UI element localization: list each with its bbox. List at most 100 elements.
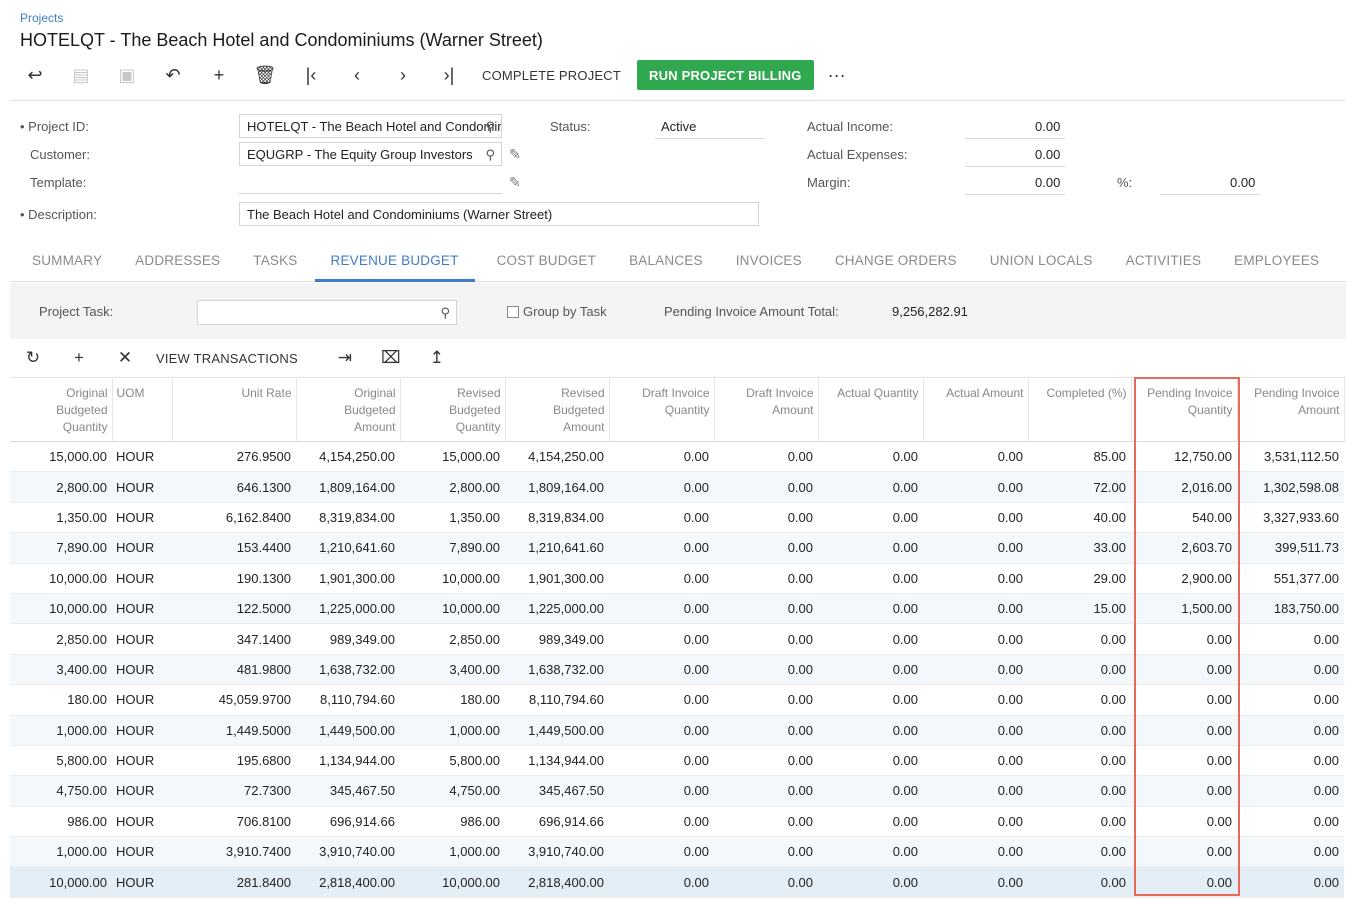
table-cell[interactable]: 5,800.00 bbox=[10, 745, 112, 777]
table-cell[interactable]: 0.00 bbox=[818, 654, 923, 686]
table-cell[interactable]: 986.00 bbox=[400, 806, 505, 838]
table-cell[interactable]: 0.00 bbox=[923, 471, 1028, 503]
tab-union-locals[interactable]: UNION LOCALS bbox=[990, 244, 1093, 282]
project-id-field[interactable]: HOTELQT - The Beach Hotel and Condominiu… bbox=[239, 114, 502, 138]
table-cell[interactable]: HOUR bbox=[112, 836, 172, 868]
table-cell[interactable]: HOUR bbox=[112, 502, 172, 534]
table-cell[interactable]: 29.00 bbox=[1028, 563, 1131, 594]
table-cell[interactable]: 646.1300 bbox=[172, 471, 296, 503]
column-header[interactable]: Revised Budgeted Amount bbox=[505, 377, 610, 442]
table-cell[interactable]: 45,059.9700 bbox=[172, 684, 296, 716]
table-cell[interactable]: HOUR bbox=[112, 532, 172, 564]
table-cell[interactable]: 0.00 bbox=[923, 715, 1028, 746]
fit-columns-icon[interactable]: ⇥ bbox=[322, 348, 368, 368]
table-cell[interactable]: 3,400.00 bbox=[10, 654, 112, 686]
table-cell[interactable]: 1,449,500.00 bbox=[296, 715, 400, 746]
table-cell[interactable]: 7,890.00 bbox=[10, 532, 112, 564]
table-cell[interactable]: 6,162.8400 bbox=[172, 502, 296, 534]
table-cell[interactable]: 0.00 bbox=[714, 866, 818, 898]
column-header[interactable]: Actual Quantity bbox=[818, 377, 924, 442]
table-row[interactable]: 15,000.00 HOUR 276.9500 4,154,250.00 15,000.… bbox=[10, 441, 1344, 473]
refresh-icon[interactable]: ↻ bbox=[10, 348, 56, 368]
table-cell[interactable]: 4,750.00 bbox=[400, 775, 505, 807]
table-cell[interactable]: 989,349.00 bbox=[505, 623, 609, 655]
table-cell[interactable]: 0.00 bbox=[923, 654, 1028, 686]
column-header[interactable]: Revised Budgeted Quantity bbox=[400, 377, 506, 442]
table-cell[interactable]: 0.00 bbox=[1028, 745, 1131, 777]
table-cell[interactable]: 0.00 bbox=[1131, 684, 1237, 716]
table-cell[interactable]: 0.00 bbox=[714, 441, 818, 473]
save-close-icon[interactable]: ▣ bbox=[104, 60, 150, 90]
table-cell[interactable]: 0.00 bbox=[609, 623, 714, 655]
add-row-icon[interactable]: + bbox=[56, 348, 102, 368]
edit-template-icon[interactable]: ✎ bbox=[509, 174, 521, 191]
table-cell[interactable]: 0.00 bbox=[609, 532, 714, 564]
table-cell[interactable]: 1,638,732.00 bbox=[505, 654, 609, 686]
table-cell[interactable]: 0.00 bbox=[1237, 745, 1344, 777]
table-cell[interactable]: 0.00 bbox=[714, 745, 818, 777]
table-cell[interactable]: 12,750.00 bbox=[1131, 441, 1237, 473]
tab-tasks[interactable]: TASKS bbox=[253, 244, 297, 282]
table-cell[interactable]: 72.7300 bbox=[172, 775, 296, 807]
table-cell[interactable]: 195.6800 bbox=[172, 745, 296, 777]
table-cell[interactable]: 0.00 bbox=[923, 806, 1028, 838]
add-icon[interactable]: + bbox=[196, 60, 242, 90]
table-cell[interactable]: 3,531,112.50 bbox=[1237, 441, 1344, 473]
table-cell[interactable]: 0.00 bbox=[818, 593, 923, 625]
table-cell[interactable]: 8,319,834.00 bbox=[505, 502, 609, 534]
table-cell[interactable]: 0.00 bbox=[1131, 866, 1237, 898]
table-cell[interactable]: 0.00 bbox=[818, 866, 923, 898]
table-cell[interactable]: 399,511.73 bbox=[1237, 532, 1344, 564]
table-cell[interactable]: 1,901,300.00 bbox=[296, 563, 400, 594]
table-row[interactable]: 986.00 HOUR 706.8100 696,914.66 986.00 696,91… bbox=[10, 806, 1344, 838]
table-row[interactable]: 3,400.00 HOUR 481.9800 1,638,732.00 3,400.00… bbox=[10, 654, 1344, 686]
table-cell[interactable]: 1,901,300.00 bbox=[505, 563, 609, 594]
table-cell[interactable]: 0.00 bbox=[1131, 836, 1237, 868]
table-cell[interactable]: 0.00 bbox=[1028, 654, 1131, 686]
table-cell[interactable]: 8,110,794.60 bbox=[296, 684, 400, 716]
table-cell[interactable]: 1,225,000.00 bbox=[505, 593, 609, 625]
table-cell[interactable]: 0.00 bbox=[818, 502, 923, 534]
complete-project-button[interactable]: COMPLETE PROJECT bbox=[482, 68, 621, 83]
table-cell[interactable]: 696,914.66 bbox=[505, 806, 609, 838]
table-row[interactable]: 10,000.00 HOUR 122.5000 1,225,000.00 10,000.… bbox=[10, 593, 1344, 625]
table-cell[interactable]: 276.9500 bbox=[172, 441, 296, 473]
tab-cost-budget[interactable]: COST BUDGET bbox=[497, 244, 596, 282]
table-cell[interactable]: 0.00 bbox=[1237, 866, 1344, 898]
table-row[interactable]: 2,850.00 HOUR 347.1400 989,349.00 2,850.00 98… bbox=[10, 623, 1344, 655]
back-icon[interactable]: ↩ bbox=[12, 60, 58, 90]
table-cell[interactable]: 0.00 bbox=[818, 441, 923, 473]
table-cell[interactable]: 2,800.00 bbox=[400, 471, 505, 503]
column-header[interactable]: Actual Amount bbox=[923, 377, 1029, 442]
table-cell[interactable]: 3,910.7400 bbox=[172, 836, 296, 868]
table-cell[interactable]: 706.8100 bbox=[172, 806, 296, 838]
table-cell[interactable]: 1,350.00 bbox=[10, 502, 112, 534]
table-cell[interactable]: 0.00 bbox=[714, 593, 818, 625]
table-cell[interactable]: 0.00 bbox=[1028, 806, 1131, 838]
table-cell[interactable]: 1,638,732.00 bbox=[296, 654, 400, 686]
table-cell[interactable]: 0.00 bbox=[714, 836, 818, 868]
table-cell[interactable]: 0.00 bbox=[609, 866, 714, 898]
table-cell[interactable]: 989,349.00 bbox=[296, 623, 400, 655]
search-icon[interactable]: ⚲ bbox=[485, 119, 495, 135]
save-icon[interactable]: ▤ bbox=[58, 60, 104, 90]
previous-record-icon[interactable]: ‹ bbox=[334, 60, 380, 90]
more-actions-icon[interactable]: ··· bbox=[828, 65, 846, 86]
table-cell[interactable]: 0.00 bbox=[609, 441, 714, 473]
table-cell[interactable]: 0.00 bbox=[609, 836, 714, 868]
table-cell[interactable]: HOUR bbox=[112, 775, 172, 807]
table-cell[interactable]: 0.00 bbox=[923, 775, 1028, 807]
table-cell[interactable]: 180.00 bbox=[400, 684, 505, 716]
table-cell[interactable]: 10,000.00 bbox=[400, 563, 505, 594]
table-cell[interactable]: 40.00 bbox=[1028, 502, 1131, 534]
table-row[interactable]: 7,890.00 HOUR 153.4400 1,210,641.60 7,890.00… bbox=[10, 532, 1344, 564]
table-cell[interactable]: 8,319,834.00 bbox=[296, 502, 400, 534]
table-cell[interactable]: 1,210,641.60 bbox=[505, 532, 609, 564]
table-cell[interactable]: 15,000.00 bbox=[400, 441, 505, 473]
table-cell[interactable]: 0.00 bbox=[818, 684, 923, 716]
table-cell[interactable]: 1,350.00 bbox=[400, 502, 505, 534]
table-cell[interactable]: 1,000.00 bbox=[10, 836, 112, 868]
table-cell[interactable]: 1,809,164.00 bbox=[505, 471, 609, 503]
table-cell[interactable]: 0.00 bbox=[1028, 715, 1131, 746]
table-cell[interactable]: 0.00 bbox=[1237, 623, 1344, 655]
